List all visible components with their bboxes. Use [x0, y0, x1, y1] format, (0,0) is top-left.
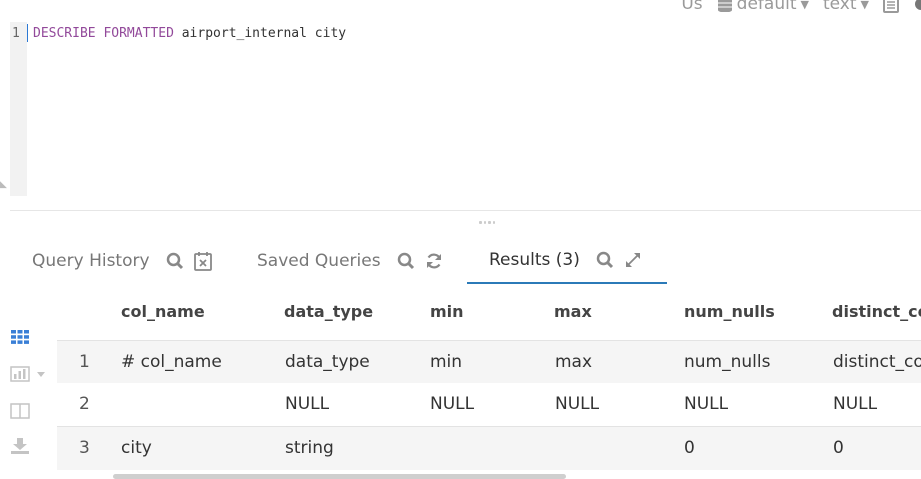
- table-cell: string: [285, 438, 334, 458]
- column-header[interactable]: distinct_co: [832, 290, 921, 333]
- tab-label: Query History: [32, 251, 150, 271]
- search-icon[interactable]: [397, 252, 415, 270]
- database-selector[interactable]: default ▼: [717, 0, 809, 14]
- table-row[interactable]: 2 NULL NULL NULL NULL NULL: [57, 383, 921, 426]
- calendar-clear-icon[interactable]: [193, 251, 212, 271]
- tab-label: Results (3): [489, 250, 580, 270]
- format-label: text: [822, 0, 857, 14]
- table-cell: max: [555, 352, 593, 372]
- table-row[interactable]: 3 city string 0 0: [57, 426, 921, 470]
- column-header[interactable]: data_type: [284, 290, 373, 333]
- tab-saved-queries[interactable]: Saved Queries: [257, 238, 443, 284]
- table-cell: NULL: [285, 394, 330, 414]
- table-cell: # col_name: [121, 352, 222, 372]
- column-header[interactable]: min: [430, 290, 464, 333]
- us-text: Us: [681, 0, 703, 14]
- text-cursor: [27, 24, 28, 42]
- line-number: 1: [12, 26, 20, 41]
- settings-icon[interactable]: [913, 0, 921, 12]
- grid-header-row: col_name data_type min max num_nulls dis…: [57, 290, 921, 333]
- table-cell: 0: [684, 438, 695, 458]
- chevron-down-icon: ▼: [800, 0, 809, 11]
- search-icon[interactable]: [596, 251, 614, 269]
- table-cell: data_type: [285, 352, 370, 372]
- tab-results[interactable]: Results (3): [467, 238, 667, 284]
- table-cell: num_nulls: [684, 352, 771, 372]
- table-row[interactable]: 1 # col_name data_type min max num_nulls…: [57, 340, 921, 385]
- tab-label: Saved Queries: [257, 251, 381, 271]
- table-cell: city: [121, 438, 152, 458]
- editor-divider: [10, 210, 921, 211]
- chevron-down-icon: ▼: [860, 0, 869, 11]
- database-label: default: [736, 0, 797, 14]
- search-icon[interactable]: [166, 252, 184, 270]
- column-header[interactable]: num_nulls: [684, 290, 775, 333]
- table-cell: NULL: [833, 394, 878, 414]
- column-header[interactable]: max: [554, 290, 592, 333]
- editor-gutter: [10, 22, 27, 196]
- row-number: 2: [79, 394, 90, 414]
- fold-arrow-icon: ◣: [0, 180, 7, 190]
- format-selector[interactable]: text ▼: [823, 0, 869, 14]
- sql-keyword: DESCRIBE: [33, 26, 96, 41]
- table-cell: distinct_cou: [833, 352, 921, 372]
- editor-toolbar: Us default ▼ text ▼: [681, 0, 921, 15]
- table-cell: NULL: [430, 394, 475, 414]
- expand-icon[interactable]: [624, 251, 642, 269]
- column-header[interactable]: col_name: [121, 290, 205, 333]
- horizontal-scrollbar[interactable]: [113, 474, 566, 479]
- sql-editor-line[interactable]: DESCRIBE FORMATTED airport_internal city: [33, 26, 346, 41]
- refresh-icon[interactable]: [425, 252, 443, 270]
- columns-icon[interactable]: [10, 403, 30, 419]
- row-number: 3: [79, 438, 90, 458]
- download-icon[interactable]: [10, 437, 30, 455]
- table-cell: 0: [833, 438, 844, 458]
- table-cell: min: [430, 352, 463, 372]
- sql-identifier: airport_internal city: [181, 26, 347, 41]
- table-cell: NULL: [555, 394, 600, 414]
- clipboard-icon[interactable]: [883, 0, 899, 13]
- database-icon: [717, 0, 732, 12]
- grid-icon[interactable]: [10, 329, 30, 345]
- tab-query-history[interactable]: Query History: [32, 238, 212, 284]
- bar-chart-icon[interactable]: [10, 366, 50, 382]
- resize-handle[interactable]: [479, 221, 495, 225]
- row-number: 1: [79, 352, 90, 372]
- sql-keyword: FORMATTED: [103, 26, 174, 41]
- table-cell: NULL: [684, 394, 729, 414]
